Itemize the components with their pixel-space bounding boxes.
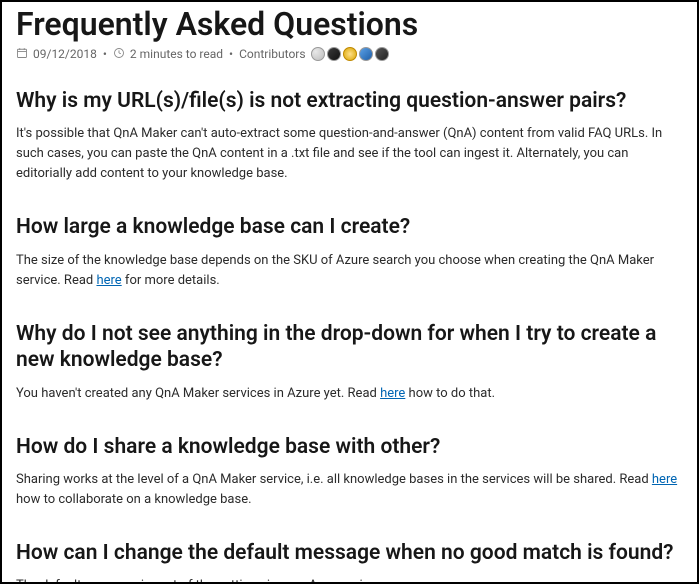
faq-answer: The default message is part of the setti…: [16, 576, 683, 584]
faq-answer: The size of the knowledge base depends o…: [16, 251, 683, 291]
faq-question: How can I change the default message whe…: [16, 540, 683, 566]
faq-answer-text-pre: You haven't created any QnA Maker servic…: [16, 386, 380, 401]
meta-separator: •: [229, 47, 233, 61]
meta-bar: 09/12/2018 • 2 minutes to read • Contrib…: [16, 47, 683, 62]
avatar-icon[interactable]: [311, 47, 325, 61]
faq-question: Why is my URL(s)/file(s) is not extracti…: [16, 88, 683, 114]
faq-answer-text-post: for more details.: [122, 273, 220, 288]
document-frame: Frequently Asked Questions 09/12/2018 • …: [0, 0, 699, 584]
faq-question: How do I share a knowledge base with oth…: [16, 434, 683, 460]
faq-answer: It's possible that QnA Maker can't auto-…: [16, 124, 683, 184]
here-link[interactable]: here: [652, 472, 677, 487]
meta-contributors-label: Contributors: [239, 47, 305, 61]
here-link[interactable]: here: [380, 386, 405, 401]
meta-separator: •: [103, 47, 107, 61]
contributors-list: [311, 47, 389, 61]
avatar-icon[interactable]: [359, 47, 373, 61]
clock-icon: [113, 47, 125, 62]
faq-answer-text-post: how to collaborate on a knowledge base.: [16, 492, 252, 507]
meta-date: 09/12/2018: [33, 47, 97, 61]
meta-readtime: 2 minutes to read: [130, 47, 223, 61]
calendar-icon: [16, 47, 28, 62]
here-link[interactable]: here: [96, 273, 121, 288]
faq-answer: Sharing works at the level of a QnA Make…: [16, 470, 683, 510]
avatar-icon[interactable]: [343, 47, 357, 61]
faq-question: Why do I not see anything in the drop-do…: [16, 321, 683, 374]
faq-answer-text-post: how to do that.: [405, 386, 495, 401]
faq-answer: You haven't created any QnA Maker servic…: [16, 384, 683, 404]
avatar-icon[interactable]: [375, 47, 389, 61]
page-title: Frequently Asked Questions: [16, 6, 683, 43]
avatar-icon[interactable]: [327, 47, 341, 61]
faq-answer-text: It's possible that QnA Maker can't auto-…: [16, 126, 662, 181]
faq-answer-text-pre: Sharing works at the level of a QnA Make…: [16, 472, 652, 487]
faq-answer-text: The default message is part of the setti…: [16, 578, 380, 584]
faq-question: How large a knowledge base can I create?: [16, 214, 683, 240]
